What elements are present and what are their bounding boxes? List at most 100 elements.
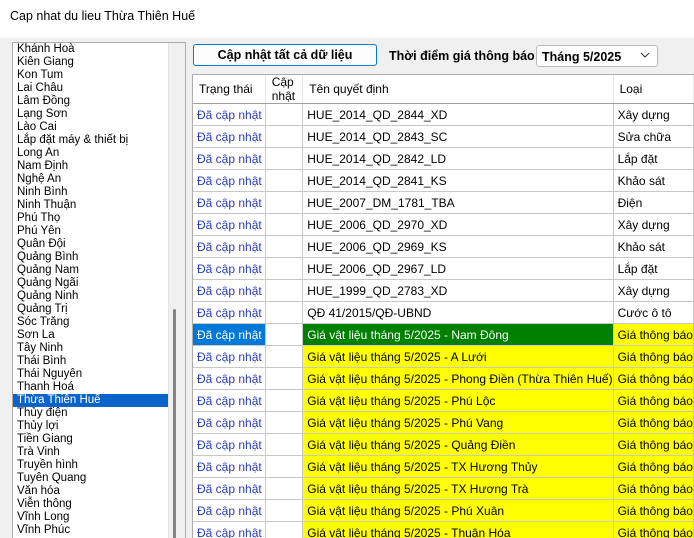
table-row[interactable]: Đã cập nhật Giá vật liệu tháng 5/2025 - N… <box>193 323 694 346</box>
list-item[interactable]: Thủy lợi <box>13 420 170 433</box>
list-item[interactable]: Kiên Giang <box>13 56 170 69</box>
type-cell[interactable]: Giá thông báo <box>613 411 694 434</box>
update-cell[interactable] <box>265 345 304 368</box>
table-row[interactable]: Đã cập nhật HUE_2006_QD_2969_KS Khảo sát <box>193 235 694 258</box>
column-header-type[interactable]: Loại <box>613 75 694 104</box>
update-all-button[interactable]: Cập nhật tất cả dữ liệu <box>193 44 377 66</box>
list-item[interactable]: Sơn La <box>13 329 170 342</box>
type-cell[interactable]: Giá thông báo <box>613 345 694 368</box>
list-item[interactable]: Văn hóa <box>13 485 170 498</box>
name-cell[interactable]: HUE_2006_QD_2967_LD <box>302 257 614 280</box>
type-cell[interactable]: Điện <box>613 191 694 214</box>
status-cell[interactable]: Đã cập nhật <box>193 411 266 434</box>
name-cell[interactable]: HUE_1999_QD_2783_XD <box>302 279 614 302</box>
type-cell[interactable]: Khảo sát <box>613 169 694 192</box>
name-cell[interactable]: HUE_2006_QD_2970_XD <box>302 213 614 236</box>
list-item[interactable]: Lạng Sơn <box>13 108 170 121</box>
name-cell[interactable]: HUE_2014_QD_2842_LD <box>302 147 614 170</box>
table-row[interactable]: Đã cập nhật HUE_2006_QD_2967_LD Lắp đặt <box>193 257 694 280</box>
list-item[interactable]: Tiền Giang <box>13 433 170 446</box>
list-item[interactable]: Truyền hình <box>13 459 170 472</box>
list-item[interactable]: Trà Vinh <box>13 446 170 459</box>
update-cell[interactable] <box>265 389 304 412</box>
list-item[interactable]: Ninh Thuận <box>13 199 170 212</box>
type-cell[interactable]: Xây dựng <box>613 279 694 302</box>
list-item[interactable]: Phú Thọ <box>13 212 170 225</box>
type-cell[interactable]: Khảo sát <box>613 235 694 258</box>
list-item[interactable]: Thừa Thiên Huế <box>13 394 170 407</box>
list-item[interactable]: Thái Nguyên <box>13 368 170 381</box>
status-cell[interactable]: Đã cập nhật <box>193 323 266 346</box>
table-row[interactable]: Đã cập nhật QĐ 41/2015/QĐ-UBND Cước ô tô <box>193 301 694 324</box>
list-item[interactable]: Lắp đặt máy & thiết bị <box>13 134 170 147</box>
update-cell[interactable] <box>265 213 304 236</box>
name-cell[interactable]: HUE_2014_QD_2841_KS <box>302 169 614 192</box>
list-item[interactable]: Nghệ An <box>13 173 170 186</box>
status-cell[interactable]: Đã cập nhật <box>193 103 266 126</box>
decision-grid[interactable]: Trạng thái Cập nhật Tên quyết định Loại … <box>192 74 694 538</box>
type-cell[interactable]: Giá thông báo <box>613 389 694 412</box>
update-cell[interactable] <box>265 235 304 258</box>
type-cell[interactable]: Giá thông báo <box>613 521 694 538</box>
list-item[interactable]: Vĩnh Long <box>13 511 170 524</box>
status-cell[interactable]: Đã cập nhật <box>193 455 266 478</box>
type-cell[interactable]: Giá thông báo <box>613 433 694 456</box>
column-header-status[interactable]: Trạng thái <box>193 75 266 104</box>
table-row[interactable]: Đã cập nhật Giá vật liệu tháng 5/2025 - P… <box>193 367 694 390</box>
update-cell[interactable] <box>265 521 304 538</box>
status-cell[interactable]: Đã cập nhật <box>193 367 266 390</box>
name-cell[interactable]: Giá vật liệu tháng 5/2025 - Phong Điền (… <box>302 367 614 390</box>
column-header-name[interactable]: Tên quyết định <box>302 75 614 104</box>
update-cell[interactable] <box>265 301 304 324</box>
name-cell[interactable]: Giá vật liệu tháng 5/2025 - TX Hương Trà <box>302 477 614 500</box>
update-cell[interactable] <box>265 125 304 148</box>
status-cell[interactable]: Đã cập nhật <box>193 147 266 170</box>
status-cell[interactable]: Đã cập nhật <box>193 499 266 522</box>
name-cell[interactable]: Giá vật liệu tháng 5/2025 - A Lưới <box>302 345 614 368</box>
list-item[interactable]: Tây Ninh <box>13 342 170 355</box>
status-cell[interactable]: Đã cập nhật <box>193 125 266 148</box>
update-cell[interactable] <box>265 477 304 500</box>
list-item[interactable]: Khánh Hoà <box>13 43 170 56</box>
name-cell[interactable]: Giá vật liệu tháng 5/2025 - Quảng Điền <box>302 433 614 456</box>
list-item[interactable]: Quảng Bình <box>13 251 170 264</box>
list-item[interactable]: Quảng Ngãi <box>13 277 170 290</box>
list-item[interactable]: Quảng Trị <box>13 303 170 316</box>
status-cell[interactable]: Đã cập nhật <box>193 477 266 500</box>
name-cell[interactable]: Giá vật liệu tháng 5/2025 - Phú Lộc <box>302 389 614 412</box>
update-cell[interactable] <box>265 279 304 302</box>
type-cell[interactable]: Giá thông báo <box>613 323 694 346</box>
list-item[interactable]: Ninh Bình <box>13 186 170 199</box>
table-row[interactable]: Đã cập nhật HUE_2014_QD_2841_KS Khảo sát <box>193 169 694 192</box>
type-cell[interactable]: Giá thông báo <box>613 477 694 500</box>
table-row[interactable]: Đã cập nhật Giá vật liệu tháng 5/2025 - T… <box>193 477 694 500</box>
table-row[interactable]: Đã cập nhật HUE_2014_QD_2843_SC Sửa chữa <box>193 125 694 148</box>
name-cell[interactable]: HUE_2014_QD_2844_XD <box>302 103 614 126</box>
list-item[interactable]: Lào Cai <box>13 121 170 134</box>
update-cell[interactable] <box>265 147 304 170</box>
name-cell[interactable]: HUE_2006_QD_2969_KS <box>302 235 614 258</box>
name-cell[interactable]: Giá vật liệu tháng 5/2025 - Nam Đông <box>302 323 614 346</box>
update-cell[interactable] <box>265 257 304 280</box>
list-item[interactable]: Quảng Nam <box>13 264 170 277</box>
table-row[interactable]: Đã cập nhật Giá vật liệu tháng 5/2025 - T… <box>193 455 694 478</box>
list-item[interactable]: Lai Châu <box>13 82 170 95</box>
status-cell[interactable]: Đã cập nhật <box>193 191 266 214</box>
status-cell[interactable]: Đã cập nhật <box>193 169 266 192</box>
list-item[interactable]: Tuyên Quang <box>13 472 170 485</box>
type-cell[interactable]: Xây dựng <box>613 213 694 236</box>
type-cell[interactable]: Giá thông báo <box>613 499 694 522</box>
table-row[interactable]: Đã cập nhật HUE_2014_QD_2844_XD Xây dựng <box>193 103 694 126</box>
time-dropdown[interactable]: Tháng 5/2025 <box>536 45 658 67</box>
update-cell[interactable] <box>265 103 304 126</box>
name-cell[interactable]: HUE_2007_DM_1781_TBA <box>302 191 614 214</box>
table-row[interactable]: Đã cập nhật Giá vật liệu tháng 5/2025 - Q… <box>193 433 694 456</box>
status-cell[interactable]: Đã cập nhật <box>193 235 266 258</box>
status-cell[interactable]: Đã cập nhật <box>193 279 266 302</box>
list-item[interactable]: Quân Đội <box>13 238 170 251</box>
table-row[interactable]: Đã cập nhật Giá vật liệu tháng 5/2025 - P… <box>193 411 694 434</box>
type-cell[interactable]: Lắp đặt <box>613 257 694 280</box>
table-row[interactable]: Đã cập nhật HUE_2014_QD_2842_LD Lắp đặt <box>193 147 694 170</box>
type-cell[interactable]: Giá thông báo <box>613 367 694 390</box>
name-cell[interactable]: Giá vật liệu tháng 5/2025 - TX Hương Thủ… <box>302 455 614 478</box>
